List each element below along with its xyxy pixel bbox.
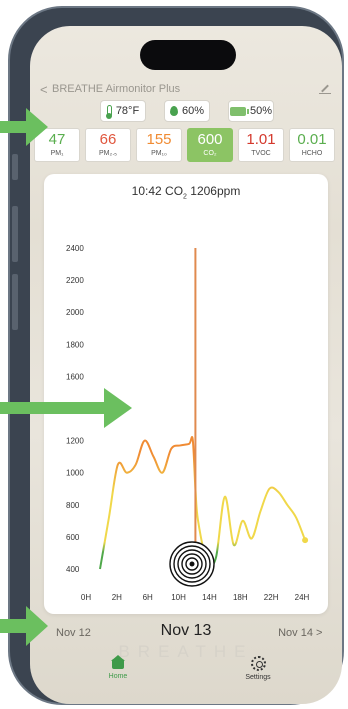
x-tick-label: 10H: [171, 593, 186, 602]
chevron-right-icon: >: [316, 627, 323, 639]
next-day-button[interactable]: Nov 14 >: [278, 627, 324, 639]
tab-home[interactable]: Home: [88, 655, 148, 680]
metric-unit: PM₁: [50, 150, 64, 157]
series-end-point: [302, 537, 309, 544]
phone-frame: < BREATHE Airmonitor Plus 78°F 60% 50% 4…: [8, 6, 344, 705]
edit-icon[interactable]: [318, 83, 332, 95]
metric-tiles: 47 PM₁ 66 PM₂.₅ 155 PM₁₀ 600 CO₂ 1.01 TV…: [30, 128, 342, 162]
environment-row: 78°F 60% 50%: [30, 100, 342, 124]
pointer-arrow-icon: [0, 606, 48, 646]
battery-value: 50%: [249, 105, 273, 117]
metric-unit: TVOC: [251, 150, 271, 157]
temperature-value: 78°F: [115, 105, 140, 117]
metric-value: 1.01: [246, 131, 276, 148]
x-tick-label: 6H: [143, 593, 153, 602]
bottom-tab-bar: Home Settings: [70, 655, 302, 692]
battery-icon: [229, 106, 249, 116]
phone-side-button: [12, 154, 18, 180]
metric-tile-pm10[interactable]: 155 PM₁₀: [136, 128, 182, 162]
x-tick-label: 2H: [112, 593, 122, 602]
metric-unit: PM₁₀: [151, 150, 167, 157]
y-tick-label: 1200: [66, 437, 84, 446]
y-tick-label: 2000: [66, 308, 84, 317]
metric-value: 600: [197, 131, 223, 148]
y-tick-label: 800: [66, 501, 80, 510]
metric-tile-pm25[interactable]: 66 PM₂.₅: [85, 128, 131, 162]
x-tick-label: 24H: [295, 593, 310, 602]
metric-unit: HCHO: [301, 150, 323, 157]
device-title: BREATHE Airmonitor Plus: [52, 83, 181, 95]
metric-tile-co2[interactable]: 600 CO₂: [187, 128, 233, 162]
y-tick-label: 2400: [66, 244, 84, 253]
y-tick-label: 600: [66, 533, 80, 542]
y-tick-label: 400: [66, 565, 80, 574]
metric-tile-tvoc[interactable]: 1.01 TVOC: [238, 128, 284, 162]
x-tick-label: 14H: [202, 593, 217, 602]
phone-volume-down: [12, 274, 18, 330]
gear-icon: [250, 656, 266, 671]
touch-fingerprint-icon: [169, 541, 215, 587]
next-day-label: Nov 14: [278, 627, 313, 639]
pointer-arrow-icon: [0, 388, 132, 428]
y-tick-label: 1600: [66, 372, 84, 381]
humidity-drop-icon: [169, 106, 178, 116]
metric-value: 0.01: [297, 131, 327, 148]
metric-tile-hcho[interactable]: 0.01 HCHO: [289, 128, 335, 162]
humidity-value: 60%: [181, 105, 205, 117]
tab-settings[interactable]: Settings: [228, 656, 288, 681]
battery-pill: 50%: [228, 100, 274, 122]
metric-unit: PM₂.₅: [99, 150, 117, 157]
header-bar: < BREATHE Airmonitor Plus: [40, 80, 332, 98]
metric-value: 155: [146, 131, 172, 148]
y-tick-label: 1800: [66, 340, 84, 349]
humidity-pill: 60%: [164, 100, 210, 122]
tab-home-label: Home: [108, 673, 128, 680]
tab-settings-label: Settings: [245, 674, 271, 681]
x-tick-label: 0H: [81, 593, 91, 602]
y-tick-label: 1000: [66, 469, 84, 478]
y-tick-label: 2200: [66, 276, 84, 285]
thermometer-icon: [105, 105, 112, 119]
back-icon[interactable]: <: [40, 82, 52, 97]
x-tick-label: 18H: [233, 593, 248, 602]
temperature-pill: 78°F: [100, 100, 146, 122]
app-screen: < BREATHE Airmonitor Plus 78°F 60% 50% 4…: [30, 26, 342, 704]
metric-unit: CO₂: [203, 150, 217, 157]
phone-volume-up: [12, 206, 18, 262]
date-navigation: Nov 12 Nov 13 Nov 14 >: [30, 622, 342, 644]
home-icon: [111, 655, 125, 669]
metric-value: 66: [99, 131, 117, 148]
pointer-arrow-icon: [0, 108, 48, 146]
x-tick-label: 22H: [264, 593, 279, 602]
dynamic-island: [140, 40, 236, 70]
